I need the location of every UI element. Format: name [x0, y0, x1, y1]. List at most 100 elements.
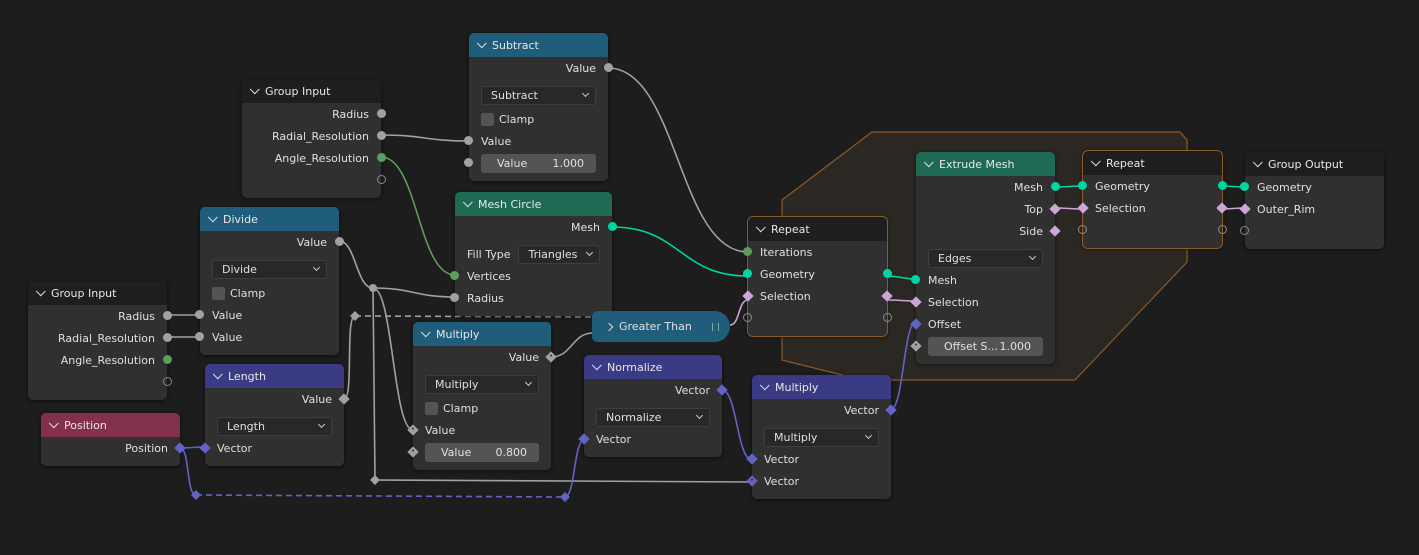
node-header[interactable]: Divide	[200, 207, 339, 231]
node-header[interactable]: Group Input	[242, 79, 381, 103]
node-extrude[interactable]: Extrude Mesh Mesh Top Side Edges Mesh Selectio…	[910, 152, 1061, 364]
float-socket-output[interactable]	[335, 237, 344, 246]
chevron-down-icon[interactable]	[420, 326, 431, 337]
geometry-socket-output[interactable]	[883, 269, 892, 278]
node-header[interactable]: Multiply	[413, 322, 551, 346]
node-repeat-in[interactable]: Repeat Iterations Geometry Selection	[742, 216, 893, 337]
node-mesh-circle[interactable]: Mesh Circle Mesh Fill Type Triangles Vertice…	[450, 192, 617, 316]
chevron-down-icon[interactable]	[462, 196, 473, 207]
node-group-output[interactable]: Group Output Geometry Outer_Rim	[1239, 152, 1384, 249]
node-header[interactable]: Repeat	[1083, 151, 1222, 175]
int-socket-output[interactable]	[377, 153, 386, 162]
geometry-socket-input[interactable]	[743, 269, 752, 278]
reroute-node[interactable]	[370, 475, 380, 485]
chevron-down-icon[interactable]	[591, 359, 602, 370]
float-link[interactable]	[338, 240, 374, 289]
node-header[interactable]: Repeat	[748, 217, 887, 241]
chevron-down-icon[interactable]	[207, 211, 218, 222]
int-socket-input[interactable]	[743, 247, 752, 256]
chevron-down-icon[interactable]	[759, 379, 770, 390]
node-header[interactable]: Group Output	[1245, 152, 1384, 176]
float-link[interactable]	[380, 134, 470, 142]
node-header[interactable]: Length	[205, 364, 344, 388]
node-position[interactable]: Position Position	[41, 413, 186, 466]
chevron-down-icon[interactable]	[923, 156, 934, 167]
value-field[interactable]: Value 1.000	[481, 153, 596, 173]
empty-socket-input[interactable]	[1078, 225, 1087, 234]
node-header[interactable]: Mesh Circle	[455, 192, 612, 216]
geometry-socket-input[interactable]	[1240, 182, 1249, 191]
operation-dropdown[interactable]: Edges	[928, 248, 1043, 268]
float-link[interactable]	[372, 287, 414, 431]
node-subtract[interactable]: Subtract Value Subtract Clamp Value Value 1.00…	[464, 33, 613, 181]
vector-link[interactable]	[564, 439, 585, 498]
node-normalize[interactable]: Normalize Vector Normalize Vector	[578, 355, 728, 457]
operation-dropdown[interactable]: Multiply	[425, 374, 539, 394]
int-link[interactable]	[380, 156, 456, 276]
empty-socket-output[interactable]	[883, 313, 892, 322]
node-header[interactable]: Multiply	[752, 375, 891, 399]
float-link[interactable]	[550, 332, 594, 358]
float-socket-output[interactable]	[377, 131, 386, 140]
chevron-down-icon[interactable]	[212, 368, 223, 379]
grip-icon[interactable]	[712, 323, 719, 331]
geometry-socket-input[interactable]	[911, 275, 920, 284]
value-field[interactable]: Offset S... 1.000	[928, 336, 1043, 356]
vector-link[interactable]	[179, 447, 197, 496]
geometry-link[interactable]	[611, 226, 749, 277]
node-gi-b[interactable]: Group Input Radius Radial_Resolution Angle_…	[28, 281, 172, 400]
float-link[interactable]	[372, 287, 376, 481]
float-link[interactable]	[374, 479, 753, 483]
geometry-socket-output[interactable]	[1218, 181, 1227, 190]
float-socket-input[interactable]	[450, 293, 459, 302]
empty-socket-output[interactable]	[163, 377, 172, 386]
float-socket-output[interactable]	[377, 109, 386, 118]
geometry-socket-output[interactable]	[608, 222, 617, 231]
chevron-down-icon[interactable]	[755, 221, 766, 232]
node-header[interactable]: Position	[41, 413, 180, 437]
clamp-checkbox[interactable]	[481, 112, 494, 126]
float-link[interactable]	[607, 67, 749, 253]
chevron-down-icon[interactable]	[1090, 155, 1101, 166]
float-socket-input[interactable]	[195, 310, 204, 319]
node-divide[interactable]: Divide Value Divide Clamp Value Value	[195, 207, 344, 355]
greater-than-node-collapsed[interactable]: Greater Than	[592, 311, 730, 342]
geometry-socket-input[interactable]	[1078, 181, 1087, 190]
value-field[interactable]: Value 0.800	[425, 442, 539, 462]
float-link[interactable]	[372, 287, 456, 298]
float-socket-output[interactable]	[163, 333, 172, 342]
float-socket-input[interactable]	[195, 332, 204, 341]
node-multiply-vec[interactable]: Multiply Vector Multiply Vector Vector	[746, 375, 897, 499]
float-link[interactable]	[354, 315, 594, 318]
chevron-down-icon[interactable]	[476, 37, 487, 48]
node-multiply-math[interactable]: Multiply Value Multiply Clamp Value Value 0.80…	[407, 322, 557, 470]
vector-link[interactable]	[721, 389, 753, 461]
node-length[interactable]: Length Value Length Vector	[199, 364, 350, 466]
empty-socket-output[interactable]	[1218, 225, 1227, 234]
vector-link[interactable]	[195, 494, 566, 498]
node-gi-a[interactable]: Group Input Radius Radial_Resolution Angle_…	[242, 79, 386, 198]
operation-dropdown[interactable]: Normalize	[596, 407, 710, 427]
geometry-socket-output[interactable]	[1051, 182, 1060, 191]
operation-dropdown[interactable]: Length	[217, 416, 332, 436]
operation-dropdown[interactable]: Divide	[212, 259, 327, 279]
node-repeat-out[interactable]: Repeat Geometry Selection	[1077, 150, 1228, 249]
empty-socket-input[interactable]	[743, 313, 752, 322]
float-socket-output[interactable]	[604, 63, 613, 72]
node-header[interactable]: Group Input	[28, 281, 167, 305]
node-header[interactable]: Extrude Mesh	[916, 152, 1055, 176]
float-socket-input[interactable]	[464, 158, 473, 167]
float-socket-input[interactable]	[464, 136, 473, 145]
chevron-right-icon[interactable]	[604, 322, 614, 331]
empty-socket-output[interactable]	[377, 175, 386, 184]
chevron-down-icon[interactable]	[1252, 156, 1263, 167]
operation-dropdown[interactable]: Multiply	[764, 427, 879, 447]
float-link[interactable]	[343, 315, 356, 400]
reroute-node[interactable]	[369, 284, 377, 292]
clamp-checkbox[interactable]	[212, 286, 225, 300]
empty-socket-input[interactable]	[1240, 226, 1249, 235]
operation-dropdown[interactable]: Triangles	[518, 244, 600, 264]
chevron-down-icon[interactable]	[48, 417, 59, 428]
node-header[interactable]: Subtract	[469, 33, 608, 57]
chevron-down-icon[interactable]	[249, 83, 260, 94]
